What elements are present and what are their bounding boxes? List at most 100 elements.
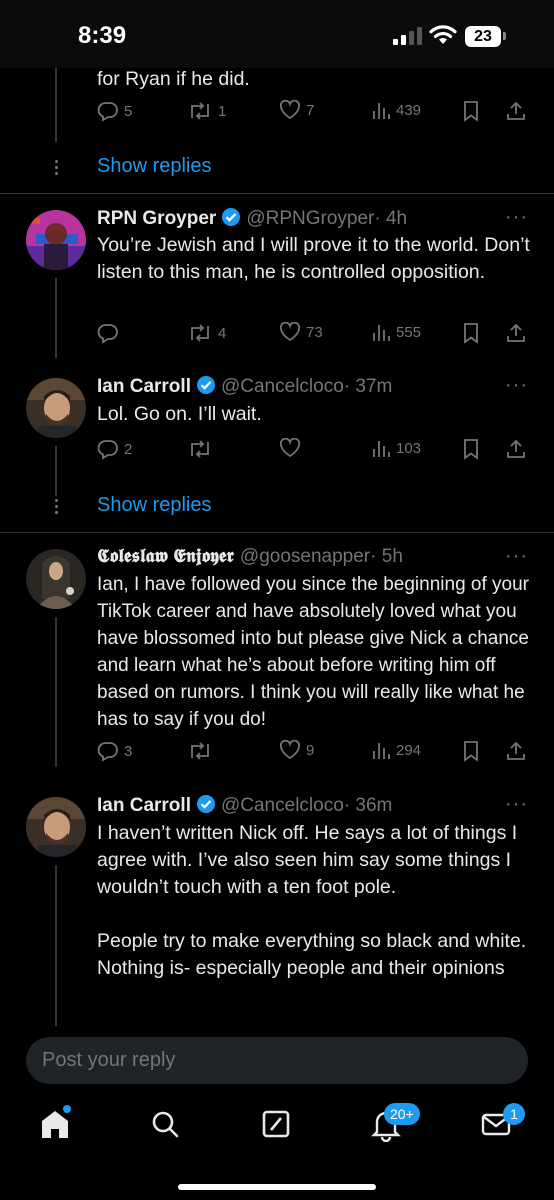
avatar[interactable] — [26, 549, 86, 609]
reply-count: 5 — [124, 102, 133, 120]
retweet-icon — [191, 324, 209, 342]
tweet-text: Lol. Go on. I’ll wait. — [97, 403, 262, 425]
more-options-icon[interactable]: ··· — [505, 374, 528, 397]
thread-ellipsis — [55, 160, 59, 178]
tweet-actions: 5 1 7 439 — [97, 100, 537, 126]
like-button[interactable] — [279, 438, 301, 458]
thread-line — [55, 617, 57, 767]
tab-grok[interactable] — [258, 1106, 298, 1146]
views-count: 439 — [396, 101, 422, 119]
display-name[interactable]: Ian Carroll — [97, 376, 191, 397]
share-button[interactable] — [505, 438, 527, 460]
bookmark-button[interactable] — [462, 100, 480, 122]
views-button[interactable]: 555 — [371, 322, 421, 342]
like-count: 73 — [306, 323, 323, 341]
like-button[interactable]: 7 — [279, 100, 314, 120]
thread-line — [55, 865, 57, 1026]
show-replies-link[interactable]: Show replies — [97, 155, 212, 178]
bookmark-icon — [464, 439, 478, 460]
retweet-icon — [191, 102, 209, 120]
replies-feed[interactable]: for Ryan if he did. 5 1 7 439 Show repli… — [0, 68, 554, 1026]
tweet-actions: 2 103 — [97, 438, 537, 464]
display-name[interactable]: RPN Groyper — [97, 208, 216, 229]
reply-composer: Post your reply — [0, 1026, 554, 1096]
bookmark-button[interactable] — [462, 740, 480, 762]
more-options-icon[interactable]: ··· — [505, 793, 528, 816]
home-indicator[interactable] — [178, 1184, 376, 1190]
avatar[interactable] — [26, 378, 86, 438]
retweet-count: 1 — [218, 102, 227, 120]
share-button[interactable] — [505, 740, 527, 762]
reply-icon — [97, 742, 118, 762]
more-options-icon[interactable]: ··· — [505, 545, 528, 568]
reply-button[interactable]: 5 — [97, 100, 132, 122]
reply-icon — [97, 102, 118, 122]
bookmark-button[interactable] — [462, 438, 480, 460]
tweet-text: I haven’t written Nick off. He says a lo… — [97, 822, 527, 979]
user-handle[interactable]: @Cancelcloco — [221, 376, 344, 397]
divider — [0, 532, 554, 533]
tweet-header: 𝕮𝖔𝖑𝖊𝖘𝖑𝖆𝖜 𝕰𝖓𝖏𝖔𝖞𝖊𝖗 @goosenapper· 5h — [97, 546, 403, 568]
views-button[interactable]: 103 — [371, 438, 421, 458]
tweet-actions: 3 9 294 — [97, 740, 537, 766]
avatar[interactable] — [26, 797, 86, 857]
views-count: 103 — [396, 439, 422, 457]
heart-icon — [279, 322, 301, 342]
like-count: 7 — [306, 101, 315, 119]
reply-count: 3 — [124, 742, 133, 760]
retweet-button[interactable] — [187, 740, 213, 762]
tab-search[interactable] — [147, 1106, 187, 1146]
thread-ellipsis — [55, 499, 59, 517]
retweet-count: 4 — [218, 324, 227, 342]
share-button[interactable] — [505, 322, 527, 344]
share-button[interactable] — [505, 100, 527, 122]
tweet-text: Ian, I have followed you since the begin… — [97, 574, 535, 730]
reply-button[interactable] — [97, 322, 124, 344]
notifications-badge: 20+ — [384, 1103, 420, 1125]
battery-indicator: 23 — [465, 26, 501, 47]
search-icon — [152, 1111, 179, 1138]
like-button[interactable]: 9 — [279, 740, 314, 760]
wifi-icon — [429, 25, 457, 44]
user-handle[interactable]: @goosenapper — [240, 546, 370, 567]
display-name[interactable]: Ian Carroll — [97, 795, 191, 816]
home-unread-dot — [63, 1105, 71, 1113]
reply-button[interactable]: 3 — [97, 740, 132, 762]
retweet-button[interactable] — [187, 438, 213, 460]
user-handle[interactable]: @Cancelcloco — [221, 795, 344, 816]
tweet-text: You’re Jewish and I will prove it to the… — [97, 234, 536, 283]
share-icon — [507, 741, 525, 760]
user-handle[interactable]: @RPNGroyper — [246, 208, 374, 229]
views-icon — [373, 743, 390, 759]
tweet-time: · 4h — [374, 208, 408, 229]
tweet-header: Ian Carroll @Cancelcloco· 36m — [97, 794, 392, 817]
heart-icon — [279, 100, 301, 120]
divider — [0, 193, 554, 194]
grok-icon — [262, 1110, 290, 1138]
display-name[interactable]: 𝕮𝖔𝖑𝖊𝖘𝖑𝖆𝖜 𝕰𝖓𝖏𝖔𝖞𝖊𝖗 — [97, 546, 234, 567]
tweet-actions: 4 73 555 — [97, 322, 537, 348]
bookmark-button[interactable] — [462, 322, 480, 344]
tweet-time: · 36m — [343, 795, 393, 816]
bookmark-icon — [464, 323, 478, 344]
thread-line — [55, 278, 57, 358]
show-replies-link[interactable]: Show replies — [97, 494, 212, 517]
views-button[interactable]: 294 — [371, 740, 421, 760]
reply-icon — [97, 440, 118, 460]
avatar[interactable] — [26, 210, 86, 270]
views-count: 555 — [396, 323, 422, 341]
retweet-button[interactable]: 1 — [187, 100, 226, 122]
reply-input[interactable]: Post your reply — [26, 1037, 528, 1084]
like-button[interactable]: 73 — [279, 322, 323, 342]
retweet-icon — [191, 742, 209, 760]
retweet-button[interactable]: 4 — [187, 322, 226, 344]
views-icon — [373, 325, 390, 341]
views-count: 294 — [396, 741, 422, 759]
more-options-icon[interactable]: ··· — [505, 206, 528, 229]
thread-line — [55, 446, 57, 496]
share-icon — [507, 323, 525, 342]
views-button[interactable]: 439 — [371, 100, 421, 120]
reply-button[interactable]: 2 — [97, 438, 132, 460]
retweet-icon — [191, 440, 209, 458]
tab-home[interactable] — [37, 1106, 77, 1146]
